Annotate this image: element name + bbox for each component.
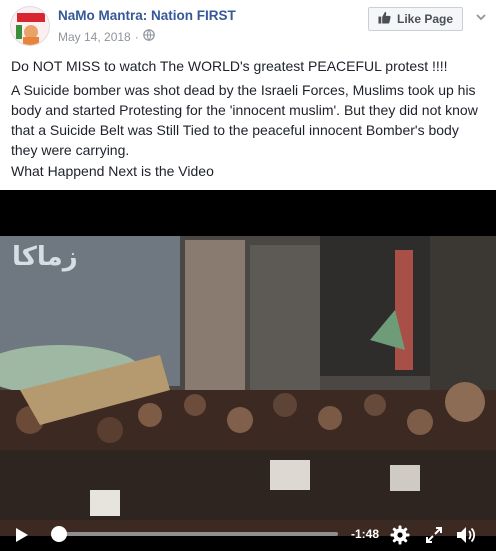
- page-avatar[interactable]: [10, 6, 50, 46]
- fullscreen-icon[interactable]: [424, 525, 444, 545]
- like-page-button[interactable]: Like Page: [368, 7, 463, 31]
- like-page-label: Like Page: [396, 12, 454, 26]
- time-remaining: -1:48: [351, 527, 380, 541]
- post-date[interactable]: May 14, 2018: [58, 30, 131, 44]
- page-name-link[interactable]: NaMo Mantra: Nation FIRST: [58, 8, 236, 23]
- post-text-footer: What Happend Next is the Video: [11, 163, 214, 179]
- post-text-headline: Do NOT MISS to watch The WORLD's greates…: [11, 58, 448, 74]
- post-text-body: A Suicide bomber was shot dead by the Is…: [11, 82, 478, 158]
- play-icon[interactable]: [12, 525, 32, 545]
- video-watermark: زماكا: [12, 242, 78, 272]
- meta-separator: ·: [134, 29, 139, 44]
- post-options-chevron-icon[interactable]: [474, 10, 488, 24]
- progress-handle[interactable]: [51, 526, 67, 542]
- progress-track[interactable]: [54, 532, 338, 536]
- settings-gear-icon[interactable]: [389, 524, 411, 546]
- post-meta: May 14, 2018 ·: [58, 29, 155, 44]
- video-controls: -1:48: [0, 517, 496, 551]
- video-player[interactable]: زماكا -1:48: [0, 190, 496, 551]
- avatar-image: [11, 7, 49, 45]
- globe-icon: [142, 29, 155, 44]
- facebook-post: NaMo Mantra: Nation FIRST May 14, 2018 ·…: [0, 0, 496, 551]
- volume-icon[interactable]: [455, 524, 477, 546]
- post-header: NaMo Mantra: Nation FIRST May 14, 2018 ·…: [0, 0, 496, 52]
- thumbs-up-icon: [378, 11, 391, 27]
